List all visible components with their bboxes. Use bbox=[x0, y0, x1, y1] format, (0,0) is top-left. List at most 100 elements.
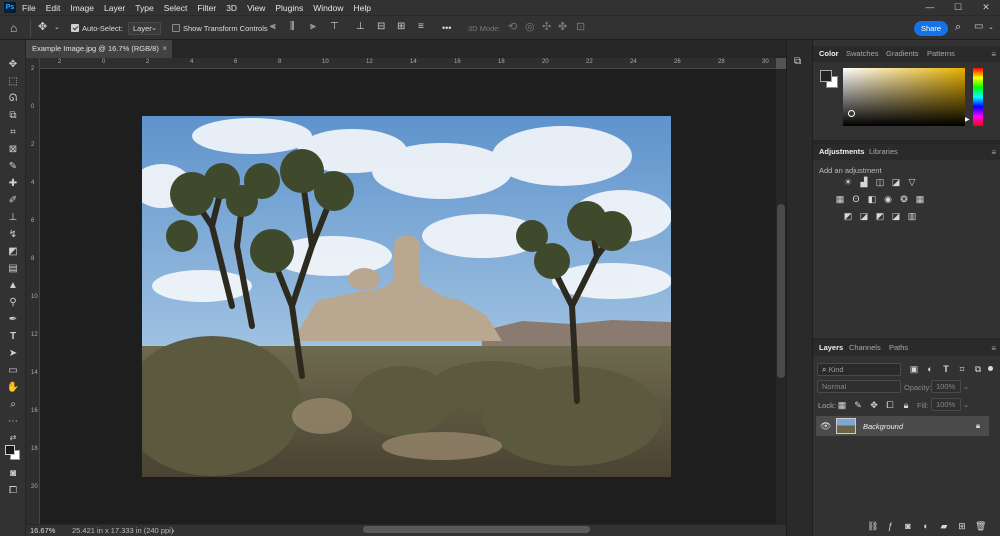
3d-drag-icon[interactable]: ✣ bbox=[542, 22, 551, 33]
tab-paths[interactable]: Paths bbox=[889, 340, 908, 356]
lock-pixels-icon[interactable]: ✎ bbox=[853, 400, 863, 410]
menu-window[interactable]: Window bbox=[313, 3, 343, 13]
tab-channels[interactable]: Channels bbox=[849, 340, 881, 356]
document-tab[interactable]: Example Image.jpg @ 16.7% (RGB/8) × bbox=[26, 40, 172, 58]
tab-color[interactable]: Color bbox=[819, 46, 839, 62]
smart-object-filter-icon[interactable]: ⧉ bbox=[973, 364, 983, 374]
tab-swatches[interactable]: Swatches bbox=[846, 46, 879, 62]
new-group-icon[interactable]: ▰ bbox=[939, 521, 949, 531]
panel-menu-icon[interactable]: ≡ bbox=[991, 345, 996, 353]
gradient-map-icon[interactable]: ▥ bbox=[907, 211, 917, 221]
channel-mixer-icon[interactable]: ❂ bbox=[899, 194, 909, 204]
tab-gradients[interactable]: Gradients bbox=[886, 46, 919, 62]
layer-name[interactable]: Background bbox=[863, 422, 903, 431]
zoom-tool-icon[interactable]: ⌕ bbox=[5, 398, 21, 412]
threshold-icon[interactable]: ◩ bbox=[875, 211, 885, 221]
move-tool-icon[interactable]: ✥ bbox=[5, 58, 21, 72]
3d-scale-icon[interactable]: ⊡ bbox=[576, 22, 585, 33]
chevron-down-icon[interactable]: ⌄ bbox=[963, 400, 969, 409]
blur-tool-icon[interactable]: ▲ bbox=[5, 279, 21, 293]
tab-patterns[interactable]: Patterns bbox=[927, 46, 955, 62]
menu-filter[interactable]: Filter bbox=[197, 3, 216, 13]
color-field[interactable] bbox=[843, 68, 965, 126]
tab-adjustments[interactable]: Adjustments bbox=[819, 144, 864, 160]
default-colors-icon[interactable]: ⇄ bbox=[5, 431, 21, 445]
align-middle-icon[interactable]: ⊥ bbox=[356, 22, 365, 32]
minimize-button[interactable]: — bbox=[916, 0, 944, 15]
move-tool-icon[interactable]: ✥ bbox=[38, 22, 47, 33]
photo-filter-icon[interactable]: ◉ bbox=[883, 194, 893, 204]
vibrance-icon[interactable]: ▽ bbox=[907, 177, 917, 187]
fill-input[interactable]: 100% bbox=[931, 398, 961, 411]
horizontal-scroll-thumb[interactable] bbox=[363, 526, 590, 533]
document-image[interactable] bbox=[142, 116, 671, 477]
more-tools-icon[interactable]: ⋯ bbox=[5, 415, 21, 429]
menu-layer[interactable]: Layer bbox=[104, 3, 125, 13]
selective-color-icon[interactable]: ◪ bbox=[891, 211, 901, 221]
quick-mask-icon[interactable]: ◙ bbox=[5, 467, 21, 481]
color-balance-icon[interactable]: ʘ bbox=[851, 194, 861, 204]
distribute-icon[interactable]: ⊟ bbox=[377, 22, 385, 32]
color-picker-marker[interactable] bbox=[848, 110, 855, 117]
panel-menu-icon[interactable]: ≡ bbox=[991, 149, 996, 157]
invert-icon[interactable]: ◩ bbox=[843, 211, 853, 221]
status-menu-arrow[interactable]: › bbox=[172, 526, 175, 535]
object-selection-tool-icon[interactable]: ⧉ bbox=[5, 109, 21, 123]
pixel-filter-icon[interactable]: ▣ bbox=[909, 364, 919, 374]
transform-controls-checkbox[interactable] bbox=[172, 24, 180, 32]
lock-position-icon[interactable]: ✥ bbox=[869, 400, 879, 410]
lock-artboard-icon[interactable]: ⧠ bbox=[885, 400, 895, 410]
type-tool-icon[interactable]: T bbox=[5, 330, 21, 344]
panel-icon[interactable]: ⧉ bbox=[794, 57, 801, 67]
3d-roll-icon[interactable]: ◎ bbox=[525, 22, 535, 33]
layer-filter-dropdown[interactable]: ⌕ Kind bbox=[817, 363, 901, 376]
adjustment-filter-icon[interactable]: ◐ bbox=[925, 364, 935, 374]
clone-stamp-tool-icon[interactable]: ⊥ bbox=[5, 211, 21, 225]
3d-rotate-icon[interactable]: ⟲ bbox=[508, 22, 517, 33]
screen-mode-icon[interactable]: ⧠ bbox=[5, 484, 21, 498]
crop-tool-icon[interactable]: ⌗ bbox=[5, 126, 21, 140]
layer-style-icon[interactable]: ƒ bbox=[885, 521, 895, 531]
rectangle-tool-icon[interactable]: ▭ bbox=[5, 364, 21, 378]
blend-mode-dropdown[interactable]: Normal bbox=[817, 380, 901, 393]
workspace-icon[interactable]: ▭ bbox=[974, 22, 983, 32]
distribute-vertical-icon[interactable]: ⊞ bbox=[397, 22, 405, 32]
adjustment-layer-icon[interactable]: ◐ bbox=[921, 521, 931, 531]
hue-saturation-icon[interactable]: ▦ bbox=[835, 194, 845, 204]
auto-select-checkbox[interactable] bbox=[71, 24, 79, 32]
maximize-button[interactable]: ☐ bbox=[944, 0, 972, 15]
visibility-eye-icon[interactable]: 👁︎ bbox=[820, 421, 831, 431]
gradient-tool-icon[interactable]: ▤ bbox=[5, 262, 21, 276]
tab-libraries[interactable]: Libraries bbox=[869, 144, 898, 160]
align-left-icon[interactable]: ⫷ bbox=[270, 22, 276, 32]
curves-icon[interactable]: ◫ bbox=[875, 177, 885, 187]
levels-icon[interactable]: ▟ bbox=[859, 177, 869, 187]
lasso-tool-icon[interactable]: ᘏ bbox=[5, 92, 21, 106]
search-icon[interactable]: ⌕ bbox=[955, 22, 961, 33]
eyedropper-tool-icon[interactable]: ✎ bbox=[5, 160, 21, 174]
menu-plugins[interactable]: Plugins bbox=[275, 3, 303, 13]
foreground-color-swatch[interactable] bbox=[820, 70, 832, 82]
chevron-down-icon[interactable]: ⌄ bbox=[988, 24, 994, 31]
exposure-icon[interactable]: ◪ bbox=[891, 177, 901, 187]
link-layers-icon[interactable]: ⛓︎ bbox=[867, 521, 878, 531]
share-button[interactable]: Share bbox=[914, 21, 948, 36]
3d-slide-icon[interactable]: ✤ bbox=[558, 22, 567, 33]
distribute-horizontal-icon[interactable]: ≡ bbox=[418, 22, 424, 32]
opacity-input[interactable]: 100% bbox=[931, 380, 961, 393]
menu-select[interactable]: Select bbox=[164, 3, 188, 13]
chevron-down-icon[interactable]: ⌄ bbox=[54, 24, 60, 31]
align-right-icon[interactable]: ⫸ bbox=[310, 22, 316, 32]
vertical-scroll-thumb[interactable] bbox=[777, 204, 785, 378]
home-icon[interactable]: ⌂ bbox=[10, 22, 17, 34]
healing-brush-tool-icon[interactable]: ✚ bbox=[5, 177, 21, 191]
filter-toggle-icon[interactable] bbox=[988, 366, 993, 371]
menu-type[interactable]: Type bbox=[135, 3, 153, 13]
pen-tool-icon[interactable]: ✒ bbox=[5, 313, 21, 327]
align-center-icon[interactable]: ⫼ bbox=[290, 22, 295, 32]
auto-select-dropdown[interactable]: Layer ⌄ bbox=[128, 22, 161, 35]
menu-help[interactable]: Help bbox=[353, 3, 370, 13]
hue-slider[interactable] bbox=[973, 68, 983, 126]
color-lookup-icon[interactable]: ▦ bbox=[915, 194, 925, 204]
zoom-level[interactable]: 16.67% bbox=[30, 526, 55, 535]
